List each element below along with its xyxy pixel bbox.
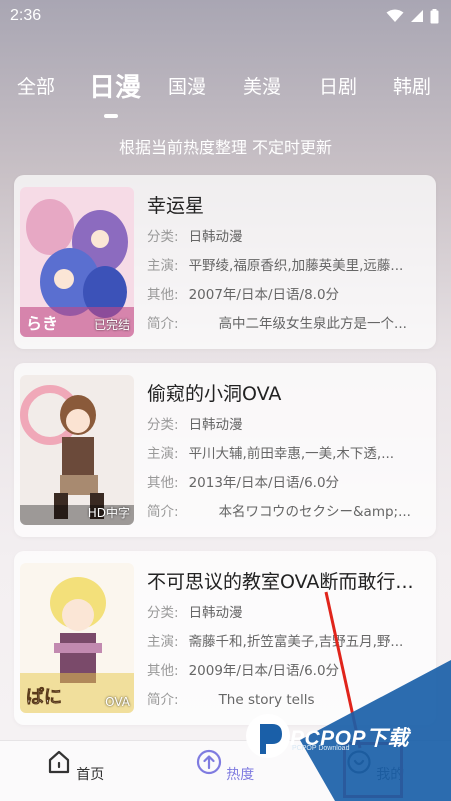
nav-hot[interactable]: 热度 xyxy=(195,749,255,784)
category-row: 分类: 日韩动漫 xyxy=(147,605,243,621)
status-badge: OVA xyxy=(105,695,130,709)
tab-korean-drama[interactable]: 韩剧 xyxy=(393,72,431,99)
category-row: 分类: 日韩动漫 xyxy=(147,229,243,245)
poster-image[interactable]: ぱに OVA xyxy=(20,563,134,713)
nav-home-label: 首页 xyxy=(76,767,105,783)
nav-home[interactable]: 首页 xyxy=(45,749,105,784)
category-row: 分类: 日韩动漫 xyxy=(147,417,243,433)
tab-american-comics[interactable]: 美漫 xyxy=(243,72,281,99)
status-time: 2:36 xyxy=(10,7,42,24)
cast-row: 主演: 平川大辅,前田幸惠,一美,木下透,... xyxy=(147,446,395,462)
anime-card[interactable]: らき 已完结 幸运星 分类: 日韩动漫 主演: 平野绫,福原香织,加藤英美里,远藤.… xyxy=(14,175,436,349)
poster-image[interactable]: らき 已完结 xyxy=(20,187,134,337)
card-title[interactable]: 不可思议的教室OVA断而敢行... xyxy=(147,567,429,594)
svg-text:らき: らき xyxy=(26,314,58,333)
battery-icon xyxy=(430,8,439,23)
tab-japanese-anime[interactable]: 日漫 xyxy=(89,67,141,104)
cast-row: 主演: 斋藤千和,折笠富美子,吉野五月,野... xyxy=(147,634,404,650)
intro-row: 简介: 高中二年级女生泉此方是一个... xyxy=(147,316,407,332)
intro-row: 简介: 本名ワコウのセクシー&amp;... xyxy=(147,504,411,520)
status-badge: HD中字 xyxy=(87,506,130,520)
status-icons xyxy=(386,8,439,24)
intro-row: 简介: The story tells xyxy=(147,692,315,708)
wifi-icon xyxy=(386,9,404,22)
hot-upload-icon xyxy=(196,749,221,775)
page-subtitle: 根据当前热度整理 不定时更新 xyxy=(118,138,333,157)
tab-all[interactable]: 全部 xyxy=(17,72,55,99)
status-badge: 已完结 xyxy=(93,318,130,332)
active-tab-indicator xyxy=(104,114,118,118)
home-icon xyxy=(48,750,69,774)
anime-card[interactable]: HD中字 偷窥的小洞OVA 分类: 日韩动漫 主演: 平川大辅,前田幸惠,一美,木下… xyxy=(14,363,436,537)
cast-row: 主演: 平野绫,福原香织,加藤英美里,远藤... xyxy=(147,258,404,274)
category-tabs: 全部 日漫 国漫 美漫 日剧 韩剧 xyxy=(0,72,451,120)
card-title[interactable]: 幸运星 xyxy=(147,191,429,218)
anime-card[interactable]: ぱに OVA 不可思议的教室OVA断而敢行... 分类: 日韩动漫 主演: 斋藤千和… xyxy=(14,551,436,725)
poster-image[interactable]: HD中字 xyxy=(20,375,134,525)
signal-icon xyxy=(411,10,423,22)
nav-hot-label: 热度 xyxy=(226,767,255,783)
card-title[interactable]: 偷窥的小洞OVA xyxy=(147,379,429,406)
status-bar: 2:36 xyxy=(0,0,451,32)
other-info-row: 其他: 2013年/日本/日语/6.0分 xyxy=(147,475,340,491)
tab-japanese-drama[interactable]: 日剧 xyxy=(319,72,357,99)
other-info-row: 其他: 2009年/日本/日语/6.0分 xyxy=(147,663,340,679)
tab-chinese-anime[interactable]: 国漫 xyxy=(168,72,206,99)
svg-text:ぱに: ぱに xyxy=(26,686,62,708)
watermark-subtext: PCPOP Download xyxy=(292,745,350,752)
other-info-row: 其他: 2007年/日本/日语/8.0分 xyxy=(147,287,340,303)
